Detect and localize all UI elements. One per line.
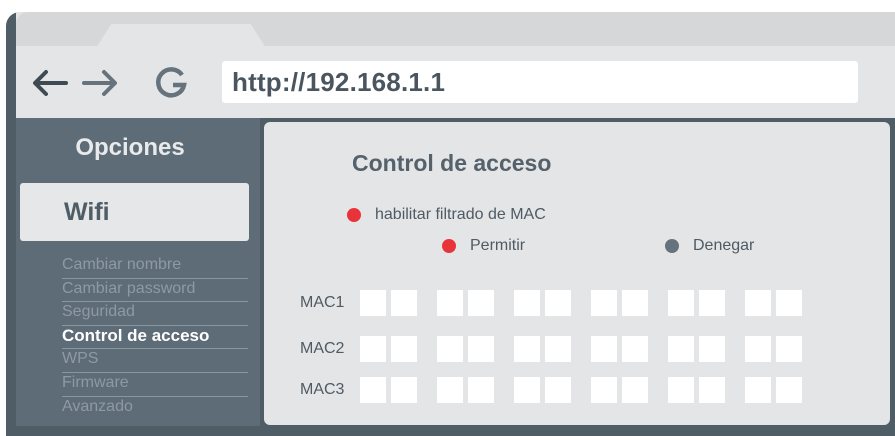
mac3-octet-field[interactable] — [391, 377, 417, 403]
sidebar-item-cambiar-nombre[interactable]: Cambiar nombre — [62, 255, 248, 279]
mac1-octet-field[interactable] — [360, 290, 386, 316]
sidebar-menu: Cambiar nombre Cambiar password Segurida… — [62, 255, 248, 420]
deny-label: Denegar — [693, 237, 755, 254]
browser-tab[interactable] — [96, 24, 266, 48]
mac2-octet-field[interactable] — [668, 336, 694, 362]
mac3-octet-field[interactable] — [360, 377, 386, 403]
mac2-octet-field[interactable] — [360, 336, 386, 362]
mac2-octet-field[interactable] — [514, 336, 540, 362]
mac1-octet-field[interactable] — [622, 290, 648, 316]
mac3-octet-field[interactable] — [514, 377, 540, 403]
arrow-right-icon — [82, 70, 117, 96]
mac-filter-radio-dot — [347, 208, 361, 222]
sidebar-item-firmware[interactable]: Firmware — [62, 373, 248, 397]
reload-icon — [156, 67, 187, 98]
sidebar-item-avanzado[interactable]: Avanzado — [62, 397, 248, 421]
mac3-octet-field[interactable] — [437, 377, 463, 403]
mac2-octet-field[interactable] — [591, 336, 617, 362]
sidebar-item-cambiar-password[interactable]: Cambiar password — [62, 279, 248, 303]
mac1-octet-field[interactable] — [745, 290, 771, 316]
mac2-octet-field[interactable] — [622, 336, 648, 362]
mac2-octet-field[interactable] — [391, 336, 417, 362]
mac-label: MAC3 — [300, 381, 345, 398]
deny-option[interactable]: Denegar — [665, 237, 754, 255]
mac1-octet-field[interactable] — [591, 290, 617, 316]
permit-label: Permitir — [470, 237, 526, 254]
mac3-octet-field[interactable] — [668, 377, 694, 403]
permit-radio-dot — [442, 239, 456, 253]
mac2-octet-field[interactable] — [745, 336, 771, 362]
mac-label: MAC1 — [300, 294, 345, 311]
mac1-octet-field[interactable] — [437, 290, 463, 316]
mac1-octet-field[interactable] — [468, 290, 494, 316]
mac3-octet-field[interactable] — [468, 377, 494, 403]
mac3-octet-field[interactable] — [545, 377, 571, 403]
mac-label: MAC2 — [300, 340, 345, 357]
sidebar-item-control-de-acceso[interactable]: Control de acceso — [62, 326, 248, 350]
mac1-octet-field[interactable] — [699, 290, 725, 316]
sidebar-item-seguridad[interactable]: Seguridad — [62, 302, 248, 326]
mac3-octet-field[interactable] — [591, 377, 617, 403]
mac1-octet-field[interactable] — [668, 290, 694, 316]
mac3-octet-field[interactable] — [776, 377, 802, 403]
deny-radio-dot — [665, 239, 679, 253]
permit-option[interactable]: Permitir — [442, 237, 525, 255]
mac3-octet-field[interactable] — [622, 377, 648, 403]
url-text: http://192.168.1.1 — [232, 66, 446, 97]
sidebar-item-wps[interactable]: WPS — [62, 349, 248, 373]
forward-button[interactable] — [78, 62, 122, 104]
mac1-octet-field[interactable] — [391, 290, 417, 316]
mac2-octet-field[interactable] — [699, 336, 725, 362]
mac1-octet-field[interactable] — [776, 290, 802, 316]
sidebar-section-wifi[interactable]: Wifi — [20, 183, 249, 241]
sidebar-section-label: Wifi — [64, 198, 110, 226]
mac1-octet-field[interactable] — [514, 290, 540, 316]
back-button[interactable] — [28, 62, 72, 104]
address-bar[interactable]: http://192.168.1.1 — [222, 61, 858, 103]
mac2-octet-field[interactable] — [545, 336, 571, 362]
sidebar-title: Opciones — [75, 134, 185, 161]
page-title: Control de acceso — [352, 150, 552, 176]
mac-filter-label: habilitar filtrado de MAC — [375, 206, 546, 223]
mac-filter-toggle[interactable]: habilitar filtrado de MAC — [347, 206, 546, 224]
reload-button[interactable] — [150, 62, 194, 104]
mac2-octet-field[interactable] — [468, 336, 494, 362]
mac3-octet-field[interactable] — [699, 377, 725, 403]
mac2-octet-field[interactable] — [776, 336, 802, 362]
arrow-left-icon — [33, 70, 68, 96]
mac1-octet-field[interactable] — [545, 290, 571, 316]
mac3-octet-field[interactable] — [745, 377, 771, 403]
mac2-octet-field[interactable] — [437, 336, 463, 362]
